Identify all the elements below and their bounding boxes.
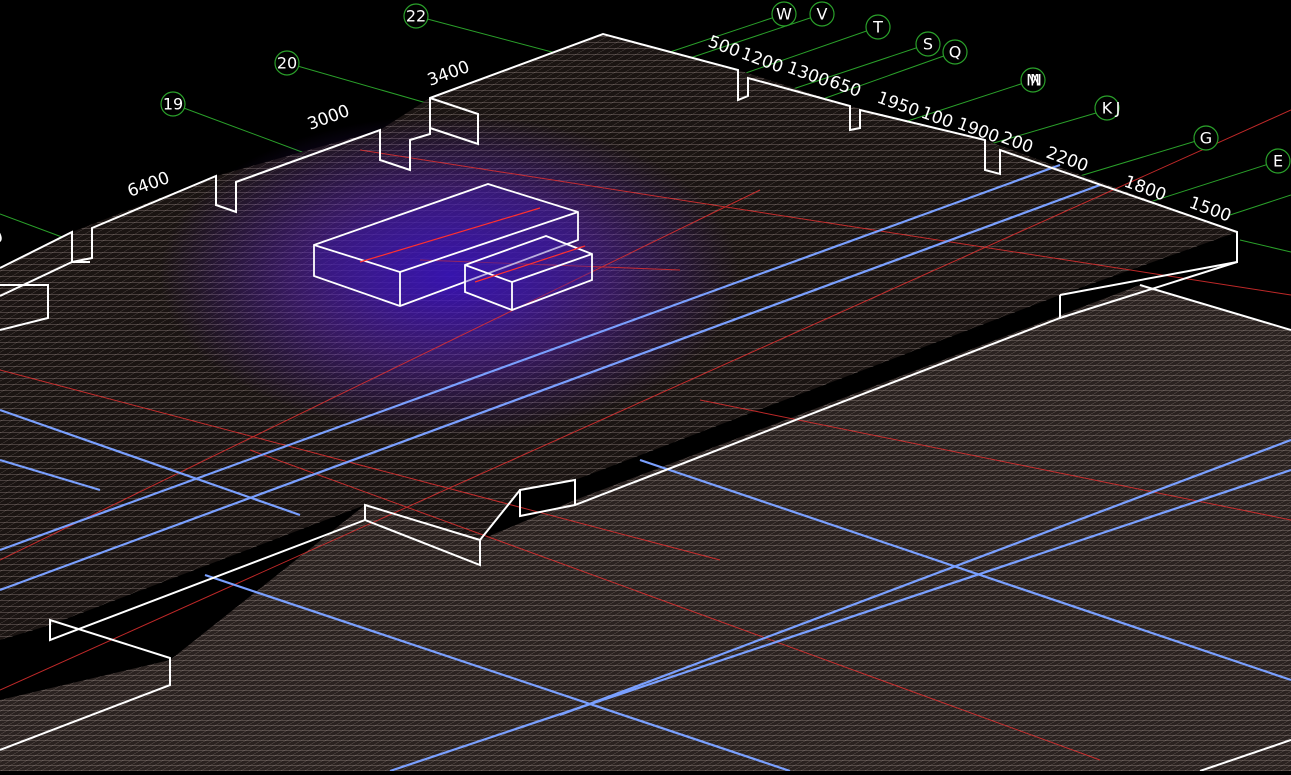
axis-label: 22 — [406, 7, 426, 26]
axis-label: K — [1102, 99, 1113, 118]
axis-bubble-19[interactable]: 19 — [160, 91, 186, 117]
dim-label: 1300 — [784, 58, 831, 92]
axis-label: J — [1115, 99, 1121, 118]
axis-bubble-t[interactable]: T — [865, 14, 891, 40]
axis-bubble-s[interactable]: S — [915, 31, 941, 57]
3d-model-viewport[interactable]: 3400 3000 6400 500 1200 1300 650 1950 10… — [0, 0, 1291, 773]
axis-label: T — [872, 18, 883, 37]
axis-bubble-20[interactable]: 20 — [274, 50, 300, 76]
axis-bubble-e[interactable]: E — [1265, 148, 1291, 174]
dim-label: 650 — [826, 72, 863, 102]
axis-bubble-g[interactable]: G — [1193, 125, 1219, 151]
axis-label: G — [1200, 129, 1212, 148]
axis-bubble-v[interactable]: V — [809, 1, 835, 27]
axis-bubble-n[interactable]: N — [1030, 71, 1042, 90]
axis-bubble-j[interactable]: J — [1115, 99, 1121, 118]
axis-label: 20 — [277, 54, 297, 73]
axis-bubble-q[interactable]: Q — [942, 39, 968, 65]
axis-label: S — [923, 35, 933, 54]
axis-bubble-22[interactable]: 22 — [403, 3, 429, 29]
axis-bubble-w[interactable]: W — [771, 1, 797, 27]
dim-label: 500 — [705, 32, 742, 62]
axis-label: W — [776, 5, 792, 24]
model-scene[interactable]: 3400 3000 6400 500 1200 1300 650 1950 10… — [0, 0, 1291, 773]
axis-label: N — [1030, 71, 1042, 90]
axis-label: Q — [949, 43, 962, 62]
axis-label: V — [817, 5, 828, 24]
axis-label: E — [1273, 152, 1283, 171]
axis-label: 19 — [163, 95, 183, 114]
cut-text: 0 — [0, 226, 6, 248]
